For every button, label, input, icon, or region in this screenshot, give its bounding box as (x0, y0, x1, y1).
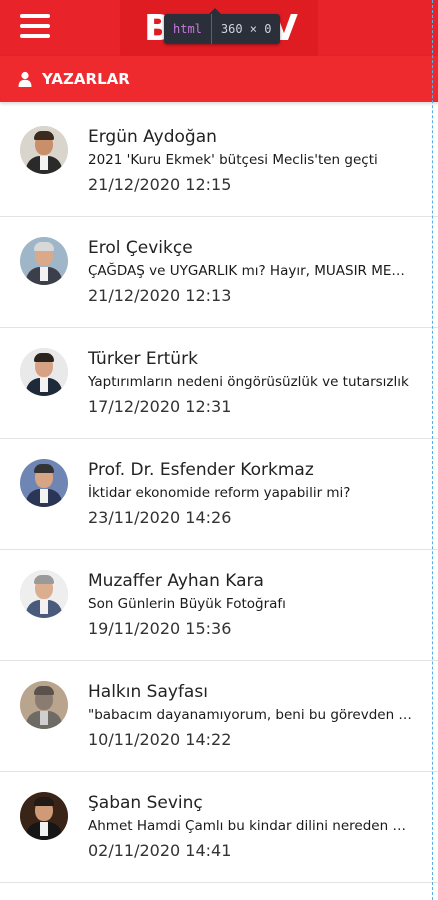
list-item-author[interactable]: Erol Çevikçe ÇAĞDAŞ ve UYGARLIK mı? Hayı… (0, 217, 438, 328)
article-title: "babacım dayanamıyorum, beni bu görevden… (88, 707, 414, 723)
author-name: Erol Çevikçe (88, 238, 193, 258)
article-date: 02/11/2020 14:41 (88, 841, 232, 860)
section-title: YAZARLAR (42, 70, 130, 88)
article-title: ÇAĞDAŞ ve UYGARLIK mı? Hayır, MUASIR MED… (88, 263, 414, 279)
article-title: Ahmet Hamdi Çamlı bu kindar dilini nered… (88, 818, 414, 834)
author-name: Halkın Sayfası (88, 682, 208, 702)
list-item-author[interactable]: Halkın Sayfası "babacım dayanamıyorum, b… (0, 661, 438, 772)
hamburger-menu-icon[interactable] (20, 14, 50, 38)
list-item-author[interactable]: Ergün Aydoğan 2021 'Kuru Ekmek' bütçesi … (0, 106, 438, 217)
author-name: Prof. Dr. Esfender Korkmaz (88, 460, 314, 480)
article-date: 23/11/2020 14:26 (88, 508, 232, 527)
author-name: Türker Ertürk (88, 349, 198, 369)
author-name: Şaban Sevinç (88, 793, 203, 813)
avatar (20, 348, 68, 396)
list-item-author[interactable]: Muzaffer Ayhan Kara Son Günlerin Büyük F… (0, 550, 438, 661)
article-title: Yaptırımların nedeni öngörüsüzlük ve tut… (88, 374, 409, 390)
article-date: 17/12/2020 12:31 (88, 397, 232, 416)
list-item-author[interactable]: Prof. Dr. Esfender Korkmaz İktidar ekono… (0, 439, 438, 550)
article-date: 21/12/2020 12:13 (88, 286, 232, 305)
article-title: Son Günlerin Büyük Fotoğrafı (88, 596, 286, 612)
section-header: YAZARLAR (0, 56, 438, 102)
article-date: 19/11/2020 15:36 (88, 619, 232, 638)
article-date: 10/11/2020 14:22 (88, 730, 232, 749)
avatar (20, 459, 68, 507)
devtools-element-tooltip: html 360 × 0 (164, 8, 281, 44)
tooltip-tag: html (164, 14, 212, 44)
user-icon (18, 71, 32, 87)
article-date: 21/12/2020 12:15 (88, 175, 232, 194)
article-title: İktidar ekonomide reform yapabilir mi? (88, 485, 351, 501)
avatar (20, 681, 68, 729)
avatar (20, 126, 68, 174)
page: B V html 360 × 0 YAZARLAR Ergün Aydoğan … (0, 0, 438, 900)
author-list: Ergün Aydoğan 2021 'Kuru Ekmek' bütçesi … (0, 106, 438, 883)
devtools-guide-line (432, 0, 433, 900)
avatar (20, 570, 68, 618)
avatar (20, 237, 68, 285)
list-item-author[interactable]: Şaban Sevinç Ahmet Hamdi Çamlı bu kindar… (0, 772, 438, 883)
tooltip-size: 360 × 0 (220, 22, 272, 36)
avatar (20, 792, 68, 840)
author-name: Ergün Aydoğan (88, 127, 217, 147)
author-name: Muzaffer Ayhan Kara (88, 571, 264, 591)
article-title: 2021 'Kuru Ekmek' bütçesi Meclis'ten geç… (88, 152, 378, 168)
list-item-author[interactable]: Türker Ertürk Yaptırımların nedeni öngör… (0, 328, 438, 439)
